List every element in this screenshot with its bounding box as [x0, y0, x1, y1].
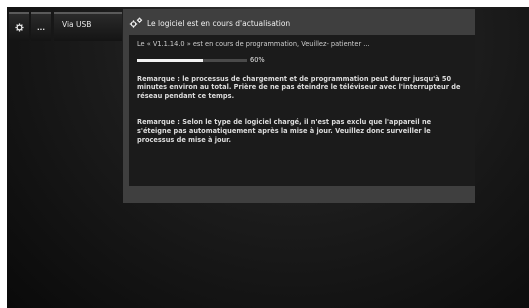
more-menu-button[interactable]: ... — [31, 12, 51, 41]
tv-screen: ... Via USB Le logiciel est en cours d'a… — [7, 7, 529, 308]
progress-percent: 60% — [250, 55, 265, 64]
dialog-title: Le logiciel est en cours d'actualisation — [129, 16, 290, 30]
dialog-body: Le « V1.1.14.0 » est en cours de program… — [129, 35, 475, 186]
more-label: ... — [37, 23, 45, 32]
dialog-title-text: Le logiciel est en cours d'actualisation — [147, 18, 291, 28]
gears-icon — [129, 17, 143, 28]
via-usb-button[interactable]: Via USB — [54, 12, 122, 41]
remark-duration: Remarque : le processus de chargement et… — [137, 74, 461, 100]
progress-bar-fill — [137, 58, 203, 62]
progress-row: 60% — [137, 56, 467, 65]
settings-menu-button[interactable] — [9, 12, 29, 41]
status-message: Le « V1.1.14.0 » est en cours de program… — [137, 40, 370, 48]
progress-bar — [137, 58, 247, 62]
update-dialog: Le logiciel est en cours d'actualisation… — [123, 9, 475, 203]
via-usb-label: Via USB — [62, 20, 92, 29]
remark-auto-off: Remarque : Selon le type de logiciel cha… — [137, 118, 432, 144]
gear-icon — [14, 23, 24, 32]
